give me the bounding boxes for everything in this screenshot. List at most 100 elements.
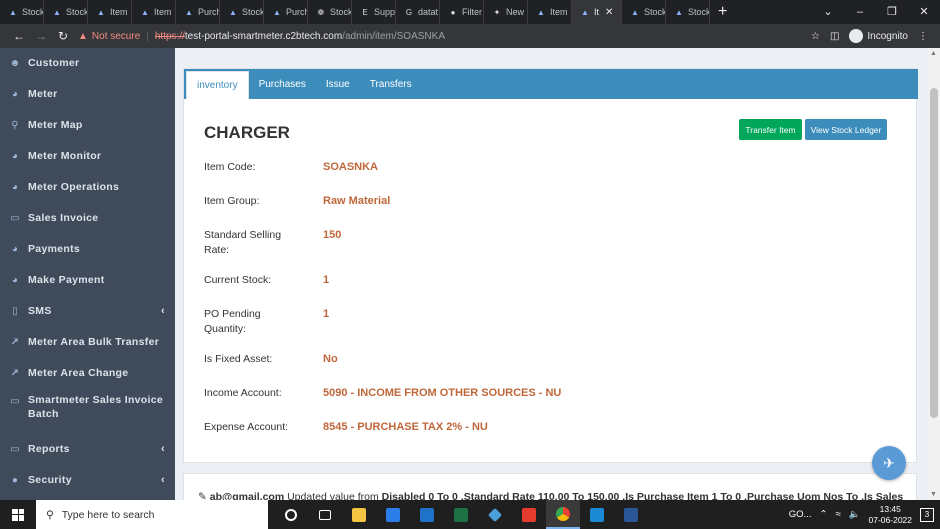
sidebar-item-meter-map[interactable]: ⚲ Meter Map <box>0 110 175 140</box>
scroll-down-icon[interactable]: ▼ <box>930 491 937 498</box>
tray-chevron-up-icon[interactable]: ⌃ <box>819 509 827 520</box>
taskbar-search[interactable]: ⚲ Type here to search <box>36 500 268 529</box>
taskbar-clock[interactable]: 13:45 07-06-2022 <box>869 504 912 526</box>
reload-icon[interactable]: ↻ <box>52 29 74 43</box>
forward-icon[interactable]: → <box>30 29 52 43</box>
restore-icon[interactable]: ❐ <box>876 0 908 24</box>
browser-tab[interactable]: ▲ Stock <box>220 0 264 24</box>
browser-tab[interactable]: ▲ It ✕ <box>572 0 622 24</box>
vscode-icon[interactable] <box>580 500 614 529</box>
droplet-icon: ▲ <box>229 7 237 17</box>
edit-icon: ✎ <box>198 491 207 500</box>
url-omnibox[interactable]: ▲ Not secure | https:// test-portal-smar… <box>78 24 811 48</box>
close-tab-icon[interactable]: ✕ <box>605 7 613 18</box>
browser-tab[interactable]: ▲ Stock <box>44 0 88 24</box>
sidebar-item-payments[interactable]: ◕ Payments <box>0 234 175 264</box>
field-value: 1 <box>323 308 330 320</box>
field-value: 5090 - INCOME FROM OTHER SOURCES - NU <box>323 387 562 399</box>
sidebar-item-meter[interactable]: ◕ Meter <box>0 79 175 109</box>
sidebar-item-label: Meter Monitor <box>28 150 102 162</box>
cortana-icon[interactable] <box>274 500 308 529</box>
volume-icon[interactable]: 🔈 <box>849 509 861 520</box>
address-bar: ← → ↻ ▲ Not secure | https:// test-porta… <box>0 24 940 48</box>
side-panel-icon[interactable]: ◫ <box>830 31 839 42</box>
browser-tab[interactable]: ▲ Stock <box>0 0 44 24</box>
page-scrollbar[interactable]: ▲ ▼ <box>928 48 940 500</box>
droplet-icon: ▲ <box>581 7 589 17</box>
browser-tab[interactable]: Gdatat <box>396 0 440 24</box>
sidebar-item-make-payment[interactable]: ◕ Make Payment <box>0 265 175 295</box>
field-value: SOASNKA <box>323 161 379 173</box>
browser-tab[interactable]: ▲ Stock <box>666 0 710 24</box>
browser-tab-label: Item <box>550 7 568 17</box>
close-window-icon[interactable]: ✕ <box>908 0 940 24</box>
dashboard-icon: ◕ <box>11 88 19 100</box>
sidebar-item-reports[interactable]: ▭ Reports ‹ <box>0 434 175 464</box>
bookmark-star-icon[interactable]: ☆ <box>811 31 820 42</box>
field-label: Item Code: <box>204 161 256 173</box>
browser-tab[interactable]: E Supp <box>352 0 396 24</box>
droplet-icon: ▲ <box>9 7 17 17</box>
store-icon[interactable] <box>376 500 410 529</box>
tab-purchases[interactable]: Purchases <box>249 69 316 99</box>
security-warning[interactable]: ▲ Not secure <box>78 31 140 42</box>
star-icon: ✦ <box>493 7 501 17</box>
log-user: ab@gmail.com <box>209 491 285 500</box>
sidebar-item-security[interactable]: ● Security ‹ <box>0 465 175 495</box>
browser-tab[interactable]: ❁ Stock <box>308 0 352 24</box>
circle-icon: ● <box>450 7 456 17</box>
gear-icon: ❁ <box>317 7 325 17</box>
minimize-icon[interactable]: – <box>844 0 876 24</box>
sidebar-item-customer[interactable]: ☻ Customer <box>0 48 175 78</box>
network-icon[interactable]: ≈ <box>835 509 840 520</box>
sidebar-item-meter-area-bulk-transfer[interactable]: ↗ Meter Area Bulk Transfer <box>0 327 175 357</box>
windows-start-button[interactable] <box>0 500 36 529</box>
browser-tab[interactable]: ▲ Item <box>132 0 176 24</box>
transfer-item-button[interactable]: Transfer Item <box>739 119 802 140</box>
back-icon[interactable]: ← <box>8 29 30 43</box>
view-stock-ledger-button[interactable]: View Stock Ledger <box>805 119 887 140</box>
incognito-indicator[interactable]: Incognito <box>849 29 908 43</box>
sidebar-item-smartmeter-sales-invoice-batch[interactable]: ▭ Smartmeter Sales Invoice Batch <box>0 389 175 423</box>
excel-icon[interactable] <box>444 500 478 529</box>
scroll-thumb[interactable] <box>930 88 938 418</box>
browser-tab[interactable]: ✦ New <box>484 0 528 24</box>
chrome-icon[interactable] <box>546 500 580 529</box>
pen-app-icon[interactable] <box>478 500 512 529</box>
task-view-icon[interactable] <box>308 500 342 529</box>
browser-tab[interactable]: ▲ Item <box>88 0 132 24</box>
browser-tab[interactable]: ● Filter <box>440 0 484 24</box>
mail-icon[interactable] <box>410 500 444 529</box>
browser-tab[interactable]: ▲ Item <box>528 0 572 24</box>
browser-tab[interactable]: ▲ Purch <box>176 0 220 24</box>
new-tab-button[interactable]: + <box>710 0 735 24</box>
tab-inventory[interactable]: inventory <box>186 71 249 99</box>
sidebar-item-meter-monitor[interactable]: ◕ Meter Monitor <box>0 141 175 171</box>
browser-tab[interactable]: ▲ Purch <box>264 0 308 24</box>
sidebar-item-meter-area-change[interactable]: ↗ Meter Area Change <box>0 358 175 388</box>
notification-center-button[interactable]: 3 <box>920 507 934 522</box>
tab-transfers[interactable]: Transfers <box>360 69 422 99</box>
airplane-fab-button[interactable]: ✈ <box>872 446 906 480</box>
external-link-icon: ↗ <box>10 336 20 348</box>
sidebar-item-meter-operations[interactable]: ◕ Meter Operations <box>0 172 175 202</box>
tab-search-icon[interactable]: ⌄ <box>812 0 844 24</box>
user-icon: ☻ <box>9 57 21 69</box>
sidebar-item-label: Sales Invoice <box>28 212 99 224</box>
browser-menu-icon[interactable]: ⋮ <box>918 31 928 42</box>
weather-widget[interactable]: GO... <box>789 509 812 520</box>
word-icon[interactable] <box>614 500 648 529</box>
field-label: Expense Account: <box>204 421 289 433</box>
tab-issue[interactable]: Issue <box>316 69 360 99</box>
sidebar-item-label: Meter Map <box>28 119 83 131</box>
sidebar-item-sales-invoice[interactable]: ▭ Sales Invoice <box>0 203 175 233</box>
activity-log-card: ✎ ab@gmail.com Updated value from Disabl… <box>183 473 917 500</box>
browser-tab[interactable]: ▲ Stock <box>622 0 666 24</box>
dashboard-icon: ◕ <box>11 150 19 162</box>
file-explorer-icon[interactable] <box>342 500 376 529</box>
sidebar-item-label: Meter Area Bulk Transfer <box>28 336 160 348</box>
chevron-left-icon: ‹ <box>161 443 165 455</box>
anydesk-icon[interactable] <box>512 500 546 529</box>
scroll-up-icon[interactable]: ▲ <box>930 50 937 57</box>
sidebar-item-sms[interactable]: ▯ SMS ‹ <box>0 296 175 326</box>
